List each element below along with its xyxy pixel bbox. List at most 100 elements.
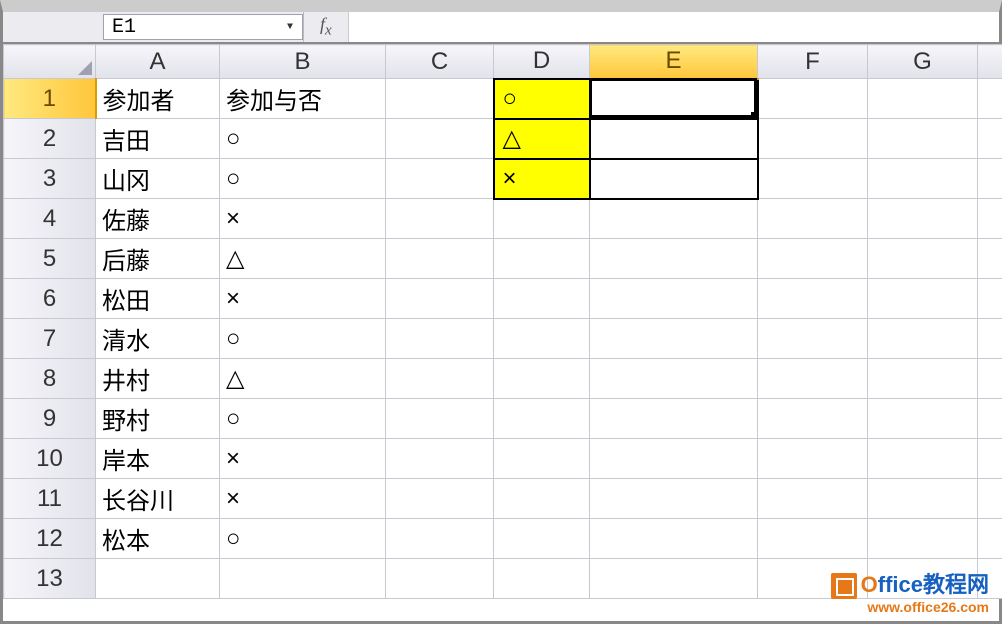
cell-E5[interactable] [590,239,758,279]
name-box[interactable]: E1 ▼ [103,14,303,40]
cell-E4[interactable] [590,199,758,239]
cell-B7[interactable]: ○ [220,319,386,359]
cell-edge-7[interactable] [978,319,1002,359]
cell-F3[interactable] [758,159,868,199]
cell-D10[interactable] [494,439,590,479]
cell-D7[interactable] [494,319,590,359]
cell-C13[interactable] [386,559,494,599]
cell-B13[interactable] [220,559,386,599]
cell-A3[interactable]: 山冈 [96,159,220,199]
cell-edge-6[interactable] [978,279,1002,319]
cell-C1[interactable] [386,79,494,119]
cell-B2[interactable]: ○ [220,119,386,159]
cell-edge-8[interactable] [978,359,1002,399]
cell-D5[interactable] [494,239,590,279]
cell-D2[interactable]: △ [494,119,590,159]
cell-C4[interactable] [386,199,494,239]
cell-C2[interactable] [386,119,494,159]
cell-F6[interactable] [758,279,868,319]
cell-F8[interactable] [758,359,868,399]
cell-E6[interactable] [590,279,758,319]
cell-D12[interactable] [494,519,590,559]
cell-D4[interactable] [494,199,590,239]
formula-input[interactable] [348,12,999,42]
row-header-9[interactable]: 9 [4,399,96,439]
cell-B6[interactable]: × [220,279,386,319]
cell-A6[interactable]: 松田 [96,279,220,319]
cell-E13[interactable] [590,559,758,599]
cell-B1[interactable]: 参加与否 [220,79,386,119]
cell-G2[interactable] [868,119,978,159]
cell-G11[interactable] [868,479,978,519]
cell-B12[interactable]: ○ [220,519,386,559]
cell-F10[interactable] [758,439,868,479]
cell-C7[interactable] [386,319,494,359]
cell-G12[interactable] [868,519,978,559]
cell-C11[interactable] [386,479,494,519]
cell-A5[interactable]: 后藤 [96,239,220,279]
cell-D3[interactable]: × [494,159,590,199]
cell-edge-11[interactable] [978,479,1002,519]
cell-A11[interactable]: 长谷川 [96,479,220,519]
col-header-G[interactable]: G [868,45,978,79]
cell-A13[interactable] [96,559,220,599]
cell-D13[interactable] [494,559,590,599]
row-header-12[interactable]: 12 [4,519,96,559]
cell-edge-9[interactable] [978,399,1002,439]
cell-F1[interactable] [758,79,868,119]
cell-A12[interactable]: 松本 [96,519,220,559]
cell-C10[interactable] [386,439,494,479]
cell-D11[interactable] [494,479,590,519]
row-header-7[interactable]: 7 [4,319,96,359]
cell-edge-12[interactable] [978,519,1002,559]
cell-F11[interactable] [758,479,868,519]
worksheet-grid[interactable]: A B C D E F G 1 参加者 参加与否 ○ [3,44,1002,599]
cell-B10[interactable]: × [220,439,386,479]
cell-C12[interactable] [386,519,494,559]
cell-edge-2[interactable] [978,119,1002,159]
cell-B9[interactable]: ○ [220,399,386,439]
cell-A4[interactable]: 佐藤 [96,199,220,239]
cell-A2[interactable]: 吉田 [96,119,220,159]
cell-G8[interactable] [868,359,978,399]
cell-E2[interactable] [590,119,758,159]
cell-C3[interactable] [386,159,494,199]
row-header-11[interactable]: 11 [4,479,96,519]
cell-G10[interactable] [868,439,978,479]
cell-G4[interactable] [868,199,978,239]
cell-E11[interactable] [590,479,758,519]
cell-edge-3[interactable] [978,159,1002,199]
cell-A9[interactable]: 野村 [96,399,220,439]
cell-edge-4[interactable] [978,199,1002,239]
col-header-D[interactable]: D [494,45,590,79]
cell-F5[interactable] [758,239,868,279]
cell-D1[interactable]: ○ [494,79,590,119]
row-header-6[interactable]: 6 [4,279,96,319]
cell-G5[interactable] [868,239,978,279]
row-header-8[interactable]: 8 [4,359,96,399]
cell-C8[interactable] [386,359,494,399]
name-box-dropdown-icon[interactable]: ▼ [282,19,298,35]
cell-E3[interactable] [590,159,758,199]
cell-D6[interactable] [494,279,590,319]
fx-icon[interactable]: fx [314,14,338,40]
cell-E1[interactable] [590,79,758,119]
cell-C9[interactable] [386,399,494,439]
cell-E8[interactable] [590,359,758,399]
cell-A10[interactable]: 岸本 [96,439,220,479]
col-header-C[interactable]: C [386,45,494,79]
cell-E12[interactable] [590,519,758,559]
cell-F2[interactable] [758,119,868,159]
cell-F4[interactable] [758,199,868,239]
col-header-F[interactable]: F [758,45,868,79]
row-header-13[interactable]: 13 [4,559,96,599]
row-header-1[interactable]: 1 [4,79,96,119]
row-header-10[interactable]: 10 [4,439,96,479]
cell-F9[interactable] [758,399,868,439]
cell-G3[interactable] [868,159,978,199]
col-header-B[interactable]: B [220,45,386,79]
row-header-2[interactable]: 2 [4,119,96,159]
row-header-5[interactable]: 5 [4,239,96,279]
cell-A8[interactable]: 井村 [96,359,220,399]
row-header-4[interactable]: 4 [4,199,96,239]
